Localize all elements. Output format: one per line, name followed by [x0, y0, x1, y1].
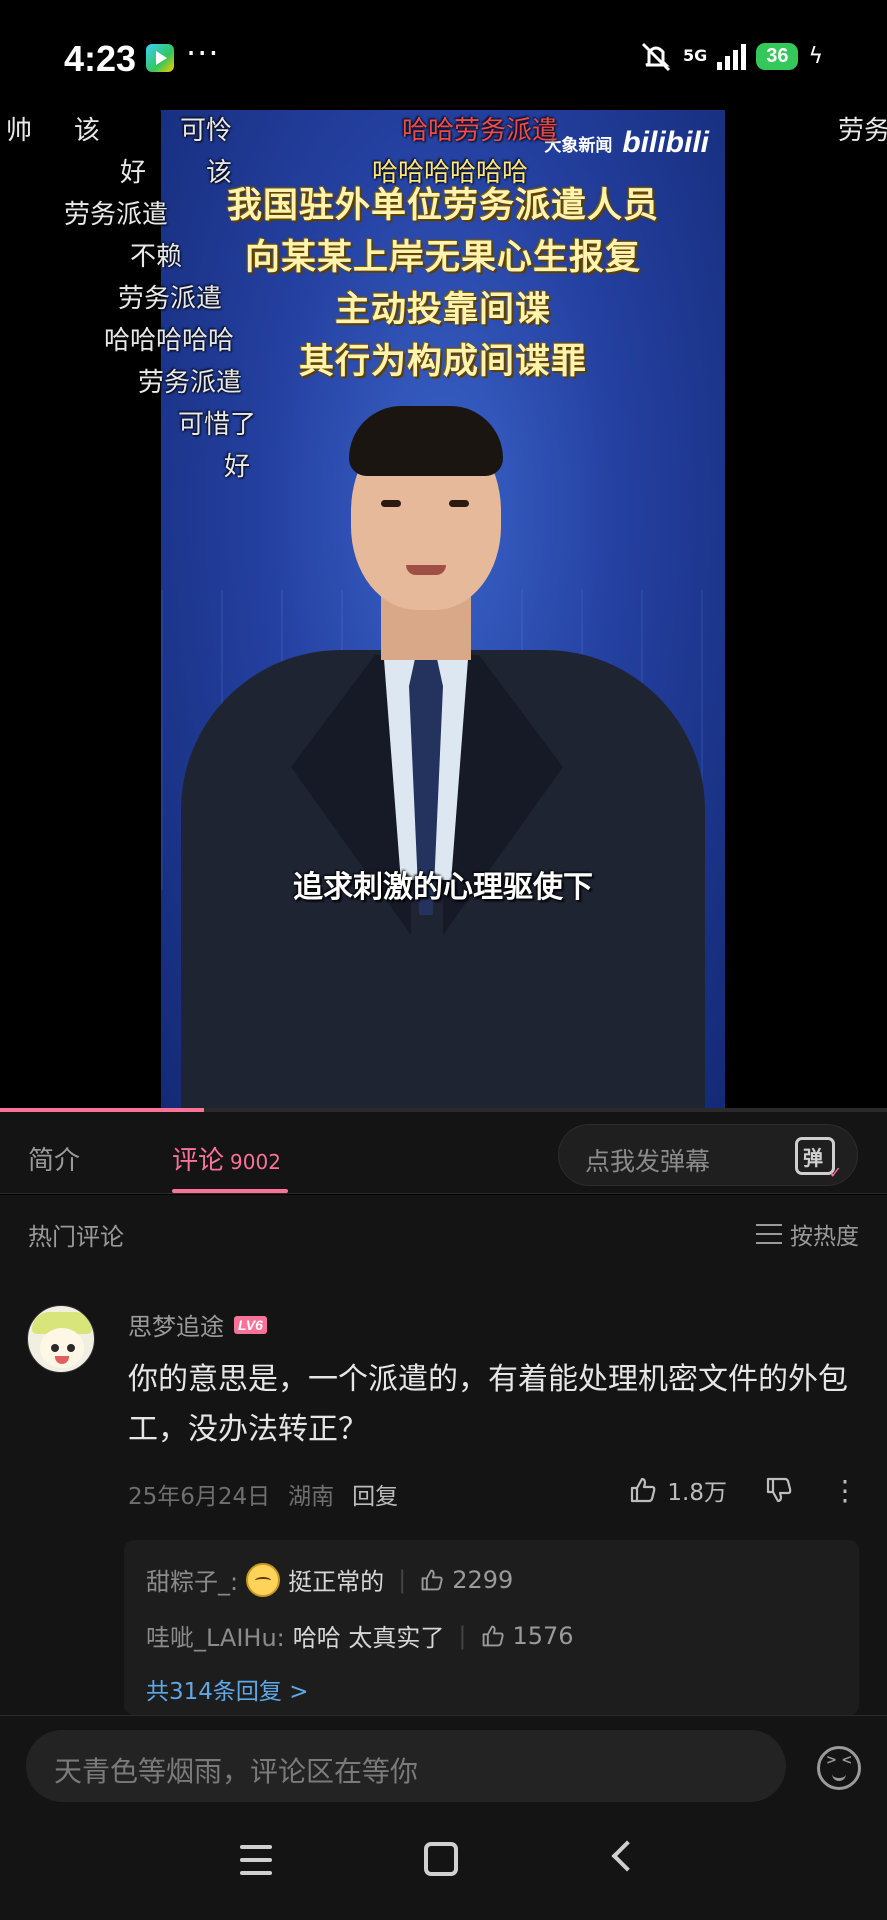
network-type: 5G [682, 46, 708, 65]
video-frame: 大象新闻 bilibili 我国驻外单位劳务派遣人员 向某某上岸无果心生报复 主… [161, 110, 725, 1110]
thumbs-down-icon[interactable] [765, 1476, 793, 1504]
reply-like-count: 2299 [452, 1565, 514, 1594]
reply-like[interactable]: 2299 [420, 1566, 513, 1594]
reply-username: 哇呲_LAIHu: [146, 1624, 285, 1652]
reply-item: 哇呲_LAIHu: 哈哈 太真实了 | 1576 [146, 1618, 574, 1653]
reply-button[interactable]: 回复 [352, 1477, 398, 1511]
danmaku-comment: 哈哈哈哈哈哈 [372, 158, 529, 188]
video-player[interactable]: 大象新闻 bilibili 我国驻外单位劳务派遣人员 向某某上岸无果心生报复 主… [0, 110, 887, 1110]
danmaku-comment: 劳务 [838, 116, 887, 146]
reply-text: 挺正常的 [288, 1568, 385, 1596]
danmaku-comment: 劳务派遣 [138, 368, 243, 398]
danmaku-comment: 不赖 [130, 242, 183, 272]
like-button[interactable]: 1.8万 [629, 1473, 727, 1507]
tab-comments-label: 评论 [172, 1146, 225, 1176]
headline-line: 其行为构成间谍罪 [298, 342, 587, 382]
thumbs-up-icon [631, 1477, 656, 1503]
smile-emoji-icon [246, 1562, 281, 1597]
tab-intro[interactable]: 简介 [28, 1140, 80, 1177]
reply-like[interactable]: 1576 [481, 1622, 574, 1650]
danmaku-placeholder: 点我发弹幕 [585, 1147, 711, 1176]
channel-watermark: 大象新闻 bilibili [544, 126, 709, 160]
reply-preview-box[interactable]: 甜粽子_: 挺正常的 | 2299 哇呲_LAIHu: 哈哈 太真实了 | 15… [124, 1540, 859, 1715]
like-count: 1.8万 [667, 1480, 727, 1506]
sort-label: 按热度 [790, 1224, 859, 1250]
comment-count: 9002 [230, 1150, 281, 1174]
headline-line: 主动投靠间谍 [334, 290, 551, 330]
tab-comments[interactable]: 评论 9002 [172, 1140, 281, 1177]
comment-date: 25年6月24日 [128, 1484, 271, 1510]
hot-comments-title: 热门评论 [28, 1223, 124, 1251]
avatar[interactable] [27, 1305, 95, 1373]
comment-input-bar: 天青色等烟雨，评论区在等你 [0, 1715, 887, 1815]
video-tabs: 简介 评论 9002 点我发弹幕 弹 [0, 1112, 887, 1194]
danmaku-comment: 该 [74, 116, 101, 146]
thumbs-up-icon [482, 1625, 504, 1646]
battery-level: 36 [756, 42, 799, 70]
headline-line: 向某某上岸无果心生报复 [244, 238, 641, 278]
bilibili-logo: bilibili [622, 126, 709, 159]
send-danmaku-input[interactable]: 点我发弹幕 弹 [558, 1124, 858, 1186]
danmaku-comment: 好 [224, 452, 251, 482]
divider: | [398, 1565, 407, 1594]
reply-like-count: 1576 [512, 1621, 574, 1650]
comment-text: 你的意思是，一个派遣的，有着能处理机密文件的外包工，没办法转正？ [128, 1362, 848, 1447]
status-bar: 4:23 ··· 5G 36 ϟ [0, 0, 887, 110]
comments-section: 热门评论 按热度 思梦追途 LV6 你的意思是，一个派遣的，有着能处理机密文件的… [0, 1195, 887, 1715]
status-more-dots: ··· [186, 34, 220, 72]
recent-apps-icon[interactable] [240, 1845, 272, 1875]
danmaku-comment: 可惜了 [178, 410, 257, 440]
thumbs-up-icon [421, 1569, 443, 1590]
danmaku-comment: 该 [206, 158, 233, 188]
comment-input-placeholder: 天青色等烟雨，评论区在等你 [54, 1755, 419, 1788]
reply-item: 甜粽子_: 挺正常的 | 2299 [146, 1562, 513, 1597]
comment-username[interactable]: 思梦追途 LV6 [128, 1307, 267, 1342]
username-text: 思梦追途 [128, 1313, 224, 1341]
home-icon[interactable] [424, 1842, 458, 1876]
comment-meta: 25年6月24日 湖南 回复 [128, 1477, 398, 1511]
level-badge: LV6 [234, 1315, 267, 1334]
status-indicators: 5G 36 ϟ [639, 40, 823, 72]
divider: | [458, 1621, 467, 1650]
sort-by-hot-button[interactable]: 按热度 [756, 1217, 859, 1251]
back-icon[interactable] [611, 1840, 643, 1872]
comment-input[interactable]: 天青色等烟雨，评论区在等你 [26, 1730, 786, 1802]
emoji-icon[interactable] [817, 1746, 861, 1790]
active-tab-indicator [172, 1189, 288, 1193]
danmaku-comment: 好 [120, 158, 147, 188]
status-time: 4:23 [64, 38, 137, 79]
danmaku-comment: 可怜 [180, 116, 233, 146]
danmaku-icon-char: 弹 [803, 1146, 823, 1170]
signal-icon [717, 42, 747, 70]
mute-icon [641, 42, 671, 72]
reply-text: 哈哈 太真实了 [292, 1624, 445, 1652]
view-all-replies-link[interactable]: 共314条回复 > [146, 1672, 308, 1706]
danmaku-comment: 劳务派遣 [64, 200, 169, 230]
sort-icon [756, 1224, 782, 1244]
comment-actions: 1.8万 ⋮ [629, 1473, 859, 1507]
video-subtitle: 追求刺激的心理驱使下 [293, 870, 593, 905]
danmaku-comment: 哈哈劳务派遣 [402, 116, 559, 146]
danmaku-comment: 帅 [6, 116, 33, 146]
danmaku-comment: 劳务派遣 [118, 284, 223, 314]
more-options-icon[interactable]: ⋮ [831, 1474, 859, 1507]
comment-location: 湖南 [288, 1484, 335, 1510]
play-store-icon [146, 44, 174, 72]
charging-icon: ϟ [808, 43, 823, 69]
danmaku-toggle-icon[interactable]: 弹 [795, 1137, 842, 1182]
system-nav-bar [0, 1815, 887, 1920]
danmaku-comment: 哈哈哈哈哈 [104, 326, 235, 356]
video-headline: 我国驻外单位劳务派遣人员 向某某上岸无果心生报复 主动投靠间谍 其行为构成间谍罪 [161, 180, 725, 388]
reply-username: 甜粽子_: [146, 1568, 239, 1596]
